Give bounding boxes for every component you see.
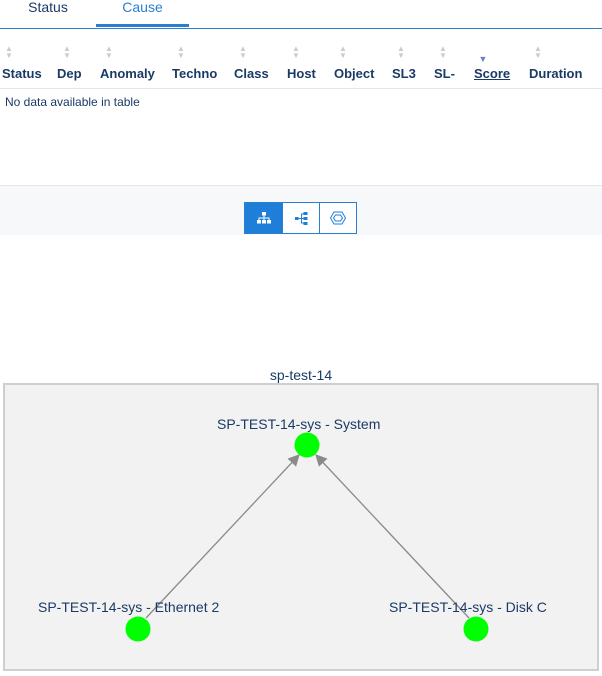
graph-edge-ethernet-to-system [145,454,300,619]
graph-node-label-disk: SP-TEST-14-sys - Disk C [389,599,547,615]
graph-diagram [125,432,489,642]
graph-edge-disk-to-system [315,454,470,619]
graph-node-label-system: SP-TEST-14-sys - System [217,416,381,432]
app-root: Status Cause ▲ ▼ ▲ ▼ ▲ ▼ ▲ ▼ ▲ ▼ ▲ ▼ ▲ ▼ ▲ ▼ ▲ ▼ … [0,0,602,676]
graph-node-disk[interactable] [463,616,489,642]
graph-node-label-ethernet: SP-TEST-14-sys - Ethernet 2 [38,599,220,615]
graph-node-ethernet[interactable] [125,616,151,642]
graph-node-system[interactable] [294,432,320,458]
